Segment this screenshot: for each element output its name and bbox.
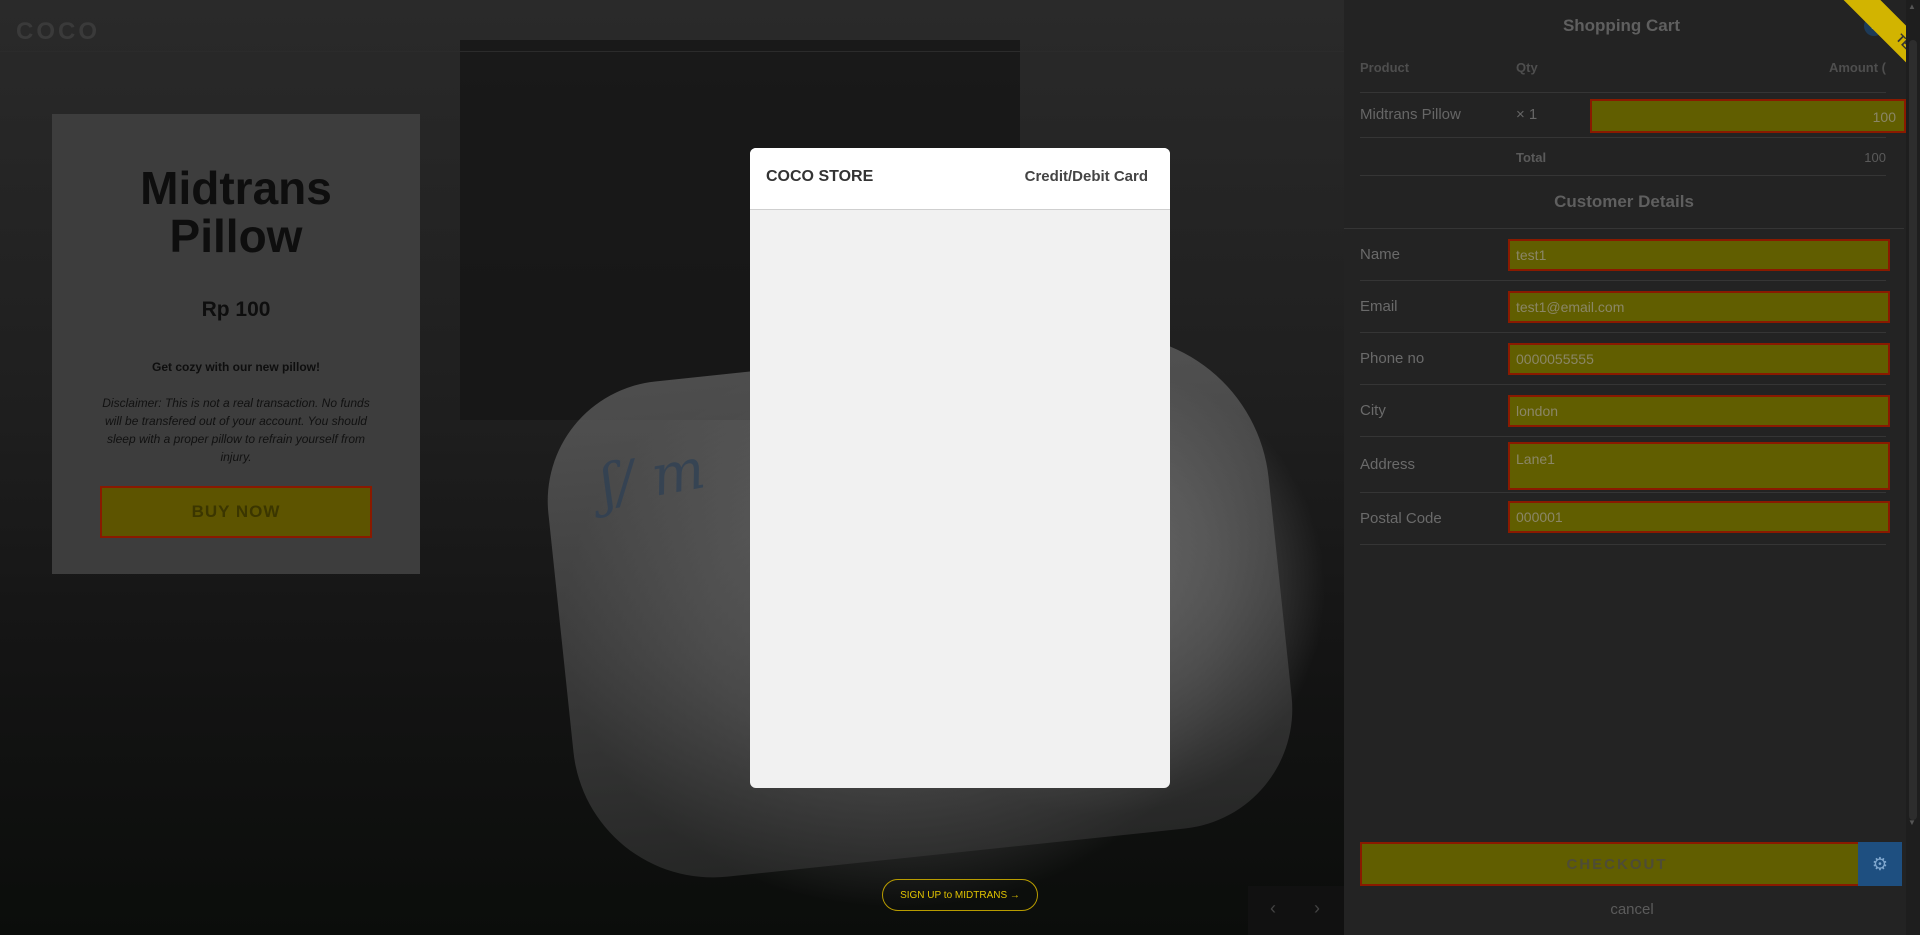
scroll-up-icon[interactable]: ▲ <box>1908 2 1916 11</box>
checkout-button[interactable]: CHECKOUT <box>1360 842 1874 886</box>
field-row-name: Name <box>1360 229 1890 281</box>
chevron-left-icon[interactable]: ‹ <box>1270 898 1276 919</box>
header-product: Product <box>1360 60 1410 75</box>
name-label: Name <box>1360 246 1401 263</box>
header-qty: Qty <box>1516 60 1538 75</box>
signup-midtrans-button[interactable]: SIGN UP to MIDTRANS → <box>882 879 1038 911</box>
buy-now-button[interactable]: BUY NOW <box>100 486 372 538</box>
store-logo[interactable]: COCO <box>16 18 100 46</box>
cart-item-amount-field[interactable]: 100 <box>1590 99 1906 133</box>
payment-method-label: Credit/Debit Card <box>1024 168 1148 185</box>
product-tagline: Get cozy with our new pillow! <box>151 360 320 374</box>
cart-title: Shopping Cart <box>1562 16 1681 35</box>
email-label: Email <box>1360 298 1398 315</box>
panel-scrollbar[interactable]: ▲ ▼ <box>1906 0 1920 935</box>
cart-total-row: Total 100 <box>1360 144 1886 176</box>
slider-nav: ‹ › <box>1248 886 1344 935</box>
payment-modal: COCO STORE Credit/Debit Card <box>750 148 1170 788</box>
product-title-line1: Midtrans <box>140 162 332 214</box>
phone-input[interactable] <box>1508 343 1890 375</box>
cart-item-row: Midtrans Pillow × 1 100 <box>1360 92 1906 138</box>
top-bar: COCO <box>0 0 1344 52</box>
field-row-email: Email <box>1360 281 1890 333</box>
cart-item-name: Midtrans Pillow <box>1360 106 1461 123</box>
address-label: Address <box>1360 456 1416 473</box>
product-disclaimer: Disclaimer: This is not a real transacti… <box>102 396 370 464</box>
product-title-line2: Pillow <box>169 210 303 262</box>
product-card: Midtrans Pillow Rp 100 Get cozy with our… <box>52 114 420 574</box>
field-row-postal-code: Postal Code <box>1360 493 1890 545</box>
field-row-address: Address Lane1 <box>1360 437 1890 493</box>
phone-label: Phone no <box>1360 350 1425 367</box>
customer-details-title: Customer Details <box>1554 192 1694 211</box>
product-price: Rp 100 <box>201 298 271 321</box>
field-row-phone: Phone no <box>1360 333 1890 385</box>
name-input[interactable] <box>1508 239 1890 271</box>
city-input[interactable] <box>1508 395 1890 427</box>
email-input[interactable] <box>1508 291 1890 323</box>
gear-icon[interactable]: ⚙ <box>1858 842 1902 886</box>
cart-panel: Shopping Cart 1 TEST Product Qty Amount … <box>1344 0 1920 935</box>
merchant-name: COCO STORE <box>766 168 874 185</box>
product-title: Midtrans Pillow <box>52 164 420 260</box>
scrollbar-thumb[interactable] <box>1909 40 1917 820</box>
city-label: City <box>1360 402 1386 419</box>
modal-header: COCO STORE Credit/Debit Card <box>750 148 1170 210</box>
total-label: Total <box>1516 150 1547 165</box>
total-value: 100 <box>1864 150 1886 165</box>
address-input[interactable]: Lane1 <box>1508 442 1890 490</box>
cart-item-qty: × 1 <box>1516 106 1538 123</box>
cancel-link[interactable]: cancel <box>1344 901 1920 918</box>
scroll-down-icon[interactable]: ▼ <box>1908 818 1916 827</box>
postal-code-input[interactable] <box>1508 501 1890 533</box>
field-row-city: City <box>1360 385 1890 437</box>
postal-code-label: Postal Code <box>1360 510 1442 527</box>
modal-body <box>750 210 1170 788</box>
cart-table-header: Product Qty Amount ( <box>1360 60 1886 82</box>
header-amount: Amount ( <box>1828 60 1886 75</box>
chevron-right-icon[interactable]: › <box>1314 898 1320 919</box>
